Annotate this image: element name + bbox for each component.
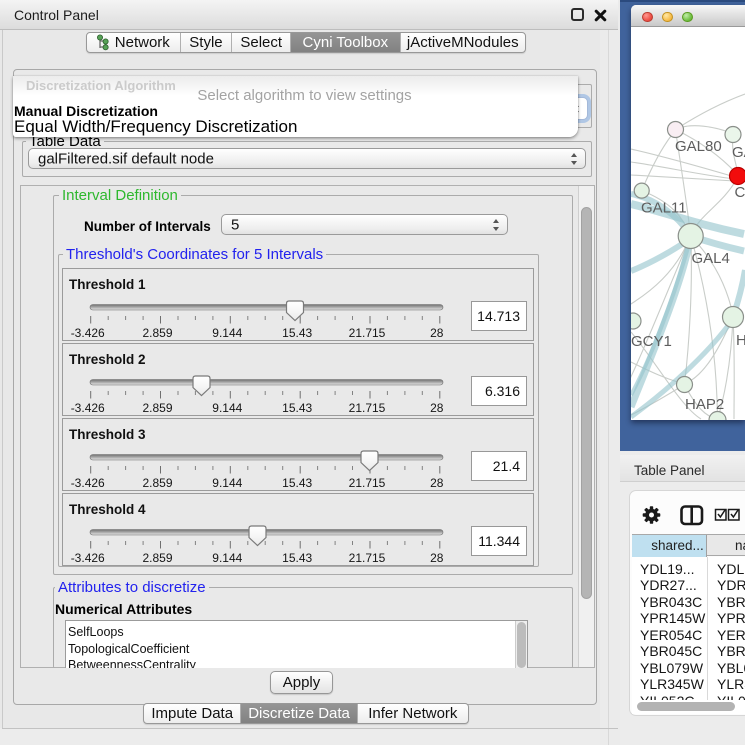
svg-text:C: C xyxy=(735,184,745,201)
svg-text:H: H xyxy=(736,332,745,349)
svg-text:GCY1: GCY1 xyxy=(631,333,672,350)
svg-text:GAL11: GAL11 xyxy=(641,200,687,217)
svg-text:HAP2: HAP2 xyxy=(685,396,724,413)
svg-text:GA: GA xyxy=(732,144,745,161)
svg-text:GAL4: GAL4 xyxy=(692,250,730,267)
svg-text:GAL80: GAL80 xyxy=(675,138,722,155)
